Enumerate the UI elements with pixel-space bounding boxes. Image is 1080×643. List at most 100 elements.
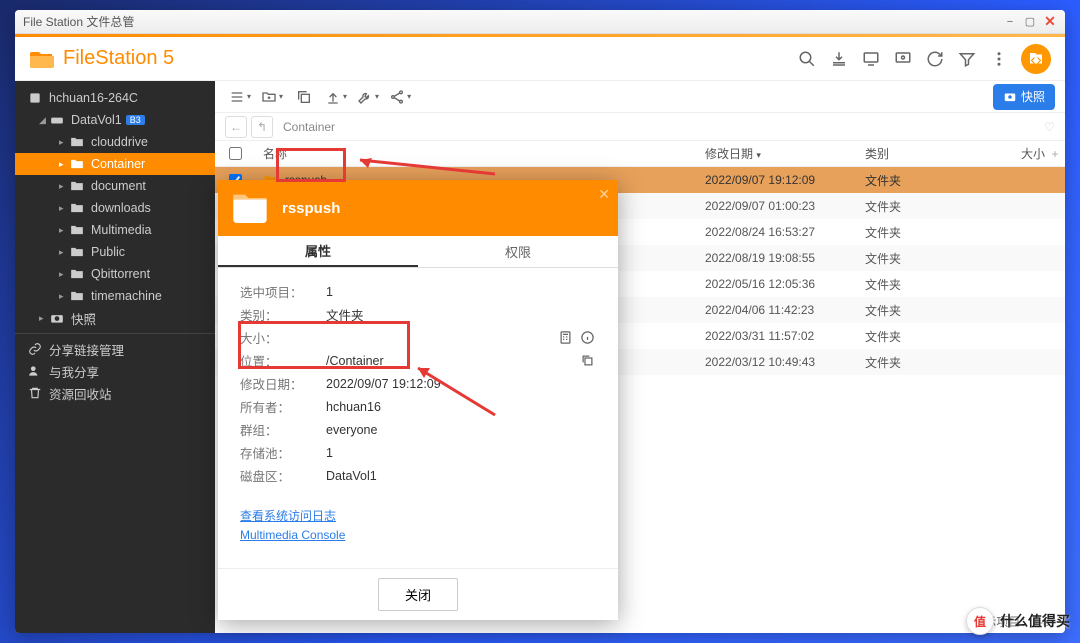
table-header: 名称 修改日期 ▾ 类别 大小 + xyxy=(215,141,1065,167)
tree-folder-qbittorrent[interactable]: ▸Qbittorrent xyxy=(15,263,215,285)
breadcrumb-path[interactable]: Container xyxy=(283,120,335,134)
folder-icon xyxy=(69,244,85,260)
titlebar[interactable]: File Station 文件总管 − ▢ ✕ xyxy=(15,10,1065,34)
tree-folder-document[interactable]: ▸document xyxy=(15,175,215,197)
shared-with-me[interactable]: 与我分享 xyxy=(15,360,215,382)
copy-path-icon[interactable] xyxy=(578,352,596,370)
toolbar: ▾ ▾ ▾ ▾ ▾ 快照 xyxy=(215,81,1065,113)
row-date: 2022/08/19 19:08:55 xyxy=(705,251,865,265)
column-name[interactable]: 名称 xyxy=(255,145,705,162)
dialog-footer: 关闭 xyxy=(218,568,618,620)
tab-attributes[interactable]: 属性 xyxy=(218,236,418,267)
row-date: 2022/08/24 16:53:27 xyxy=(705,225,865,239)
info-icon[interactable] xyxy=(578,329,596,347)
dialog-title: rsspush xyxy=(282,200,340,217)
dialog-header[interactable]: rsspush ✕ xyxy=(218,180,618,236)
maximize-button[interactable]: ▢ xyxy=(1023,15,1037,29)
tools-button[interactable]: ▾ xyxy=(353,84,383,110)
view-mode-button[interactable]: ▾ xyxy=(225,84,255,110)
snapshot-button[interactable]: 快照 xyxy=(993,84,1055,110)
sidebar[interactable]: hchuan16-264C ◢ DataVol1 B3 ▸clouddrive▸… xyxy=(15,81,215,633)
tree-folder-public[interactable]: ▸Public xyxy=(15,241,215,263)
camera-icon xyxy=(49,310,65,326)
upload-button[interactable]: ▾ xyxy=(321,84,351,110)
share-link-mgmt[interactable]: 分享链接管理 xyxy=(15,338,215,360)
chevron-right-icon: ▸ xyxy=(59,203,69,214)
row-type: 文件夹 xyxy=(865,224,995,241)
folder-icon xyxy=(69,266,85,282)
drive-icon xyxy=(49,112,65,128)
favorite-button[interactable]: ♡ xyxy=(1044,120,1055,134)
tree-folder-downloads[interactable]: ▸downloads xyxy=(15,197,215,219)
search-button[interactable] xyxy=(793,45,821,73)
row-date: 2022/04/06 11:42:23 xyxy=(705,303,865,317)
row-type: 文件夹 xyxy=(865,172,995,189)
user-avatar-button[interactable] xyxy=(1021,44,1051,74)
row-type: 文件夹 xyxy=(865,328,995,345)
row-date: 2022/03/12 10:49:43 xyxy=(705,355,865,369)
watermark-text: 什么值得买 xyxy=(1000,611,1070,631)
chevron-right-icon: ▸ xyxy=(59,225,69,236)
column-date[interactable]: 修改日期 ▾ xyxy=(705,145,865,162)
row-type: 文件夹 xyxy=(865,198,995,215)
tree-folder-clouddrive[interactable]: ▸clouddrive xyxy=(15,131,215,153)
refresh-button[interactable] xyxy=(921,45,949,73)
download-button[interactable] xyxy=(825,45,853,73)
recycle-bin[interactable]: 资源回收站 xyxy=(15,382,215,404)
tree-folder-timemachine[interactable]: ▸timemachine xyxy=(15,285,215,307)
val-group: everyone xyxy=(326,423,596,437)
window-title: File Station 文件总管 xyxy=(23,13,134,30)
row-date: 2022/03/31 11:57:02 xyxy=(705,329,865,343)
folder-icon xyxy=(69,156,85,172)
folder-icon xyxy=(69,178,85,194)
nav-up-button[interactable]: ↰ xyxy=(251,116,273,138)
link-system-log[interactable]: 查看系统访问日志 xyxy=(240,507,596,524)
column-type[interactable]: 类别 xyxy=(865,145,995,162)
volume-badge: B3 xyxy=(126,115,145,125)
remote-button[interactable] xyxy=(857,45,885,73)
divider xyxy=(15,333,215,334)
users-icon xyxy=(27,363,43,379)
copy-button[interactable] xyxy=(289,84,319,110)
filter-button[interactable] xyxy=(953,45,981,73)
close-button[interactable]: ✕ xyxy=(1043,15,1057,29)
val-owner: hchuan16 xyxy=(326,400,596,414)
chevron-right-icon: ▸ xyxy=(59,181,69,192)
more-menu-button[interactable] xyxy=(985,45,1013,73)
dialog-close-button[interactable]: ✕ xyxy=(598,186,610,203)
folder-icon xyxy=(69,288,85,304)
val-pool: 1 xyxy=(326,446,596,460)
add-column-button[interactable]: + xyxy=(1045,147,1065,161)
folder-icon xyxy=(69,134,85,150)
tree-volume-label: DataVol1 xyxy=(71,113,122,127)
chevron-right-icon: ▸ xyxy=(59,269,69,280)
chevron-right-icon: ▸ xyxy=(39,313,49,324)
network-button[interactable] xyxy=(889,45,917,73)
column-size[interactable]: 大小 xyxy=(995,145,1045,162)
calculator-icon[interactable] xyxy=(556,329,574,347)
share-button[interactable]: ▾ xyxy=(385,84,415,110)
close-button[interactable]: 关闭 xyxy=(378,578,458,611)
tree-root[interactable]: hchuan16-264C xyxy=(15,87,215,109)
tree-snapshot[interactable]: ▸ 快照 xyxy=(15,307,215,329)
row-type: 文件夹 xyxy=(865,250,995,267)
val-volume: DataVol1 xyxy=(326,469,596,483)
properties-dialog[interactable]: rsspush ✕ 属性 权限 选中项目：1 类别：文件夹 大小： 位置：/Co… xyxy=(218,180,618,620)
nav-back-button[interactable]: ← xyxy=(225,116,247,138)
breadcrumb: ← ↰ Container ♡ xyxy=(215,113,1065,141)
create-button[interactable]: ▾ xyxy=(257,84,287,110)
watermark-badge: 值 xyxy=(966,607,994,635)
tree-folder-multimedia[interactable]: ▸Multimedia xyxy=(15,219,215,241)
tree-volume[interactable]: ◢ DataVol1 B3 xyxy=(15,109,215,131)
nas-icon xyxy=(27,90,43,106)
header: FileStation 5 xyxy=(15,37,1065,81)
trash-icon xyxy=(27,385,43,401)
select-all-checkbox[interactable] xyxy=(229,147,242,160)
chevron-down-icon: ◢ xyxy=(39,115,49,126)
minimize-button[interactable]: − xyxy=(1003,15,1017,29)
link-multimedia-console[interactable]: Multimedia Console xyxy=(240,528,596,542)
tree-folder-container[interactable]: ▸Container xyxy=(15,153,215,175)
folder-icon xyxy=(69,200,85,216)
tab-permissions[interactable]: 权限 xyxy=(418,236,618,267)
chevron-right-icon: ▸ xyxy=(59,291,69,302)
